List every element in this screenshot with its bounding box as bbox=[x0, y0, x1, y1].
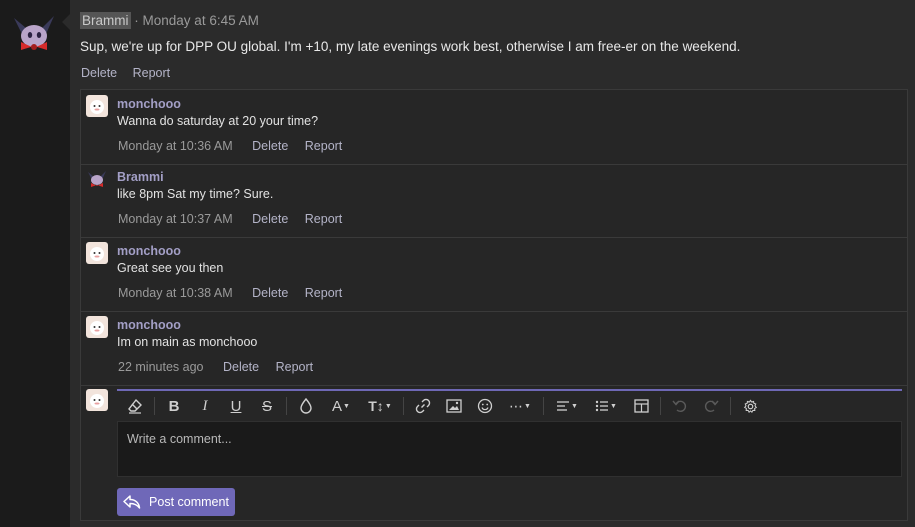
comment-time[interactable]: Monday at 10:38 AM bbox=[118, 286, 233, 300]
comment-author[interactable]: Brammi bbox=[117, 170, 164, 184]
post-comment-label: Post comment bbox=[149, 495, 229, 509]
bold-icon[interactable]: B bbox=[162, 394, 186, 418]
post-timestamp[interactable]: Monday at 6:45 AM bbox=[143, 13, 259, 28]
comment-thread: monchooo Wanna do saturday at 20 your ti… bbox=[80, 89, 908, 521]
comment-author[interactable]: monchooo bbox=[117, 244, 181, 258]
align-icon[interactable]: ▼ bbox=[551, 394, 583, 418]
strikethrough-icon[interactable]: S bbox=[255, 394, 279, 418]
comment-report-link[interactable]: Report bbox=[305, 212, 343, 226]
comment-editor: B I U S A ▼ T↕ ▼ ⋯ ▼ ▼ ▼ Write a comment… bbox=[117, 389, 902, 479]
comment-delete-link[interactable]: Delete bbox=[252, 212, 288, 226]
editor-toolbar: B I U S A ▼ T↕ ▼ ⋯ ▼ ▼ ▼ bbox=[117, 389, 902, 421]
comment-meta: Monday at 10:37 AM Delete Report bbox=[118, 212, 355, 226]
comment-report-link[interactable]: Report bbox=[305, 286, 343, 300]
post-header: Brammi · Monday at 6:45 AM bbox=[80, 12, 259, 29]
redo-icon[interactable] bbox=[699, 394, 723, 418]
comment-meta: 22 minutes ago Delete Report bbox=[118, 360, 326, 374]
image-icon[interactable] bbox=[442, 394, 466, 418]
comment-item: monchooo Im on main as monchooo 22 minut… bbox=[81, 311, 907, 386]
comment-item: Brammi like 8pm Sat my time? Sure. Monda… bbox=[81, 163, 907, 238]
toolbar-divider bbox=[286, 397, 287, 415]
toolbar-divider bbox=[730, 397, 731, 415]
post-body: Sup, we're up for DPP OU global. I'm +10… bbox=[80, 39, 741, 54]
italic-icon[interactable]: I bbox=[193, 394, 217, 418]
comment-text: like 8pm Sat my time? Sure. bbox=[117, 187, 274, 201]
comment-input[interactable] bbox=[118, 422, 901, 476]
font-family-icon[interactable]: A ▼ bbox=[325, 394, 357, 418]
post-comment-button[interactable]: Post comment bbox=[117, 488, 235, 516]
table-icon[interactable] bbox=[629, 394, 653, 418]
current-user-avatar bbox=[86, 389, 108, 411]
list-icon[interactable]: ▼ bbox=[590, 394, 622, 418]
left-gutter bbox=[0, 0, 70, 527]
toolbar-divider bbox=[543, 397, 544, 415]
remove-formatting-icon[interactable] bbox=[123, 394, 147, 418]
comment-text: Great see you then bbox=[117, 261, 224, 275]
comment-report-link[interactable]: Report bbox=[305, 139, 343, 153]
comment-author[interactable]: monchooo bbox=[117, 97, 181, 111]
comment-item: monchooo Wanna do saturday at 20 your ti… bbox=[81, 90, 907, 165]
post-author[interactable]: Brammi bbox=[80, 12, 131, 29]
gear-icon[interactable] bbox=[738, 394, 762, 418]
comment-meta: Monday at 10:38 AM Delete Report bbox=[118, 286, 355, 300]
text-color-icon[interactable] bbox=[294, 394, 318, 418]
brammi-avatar[interactable] bbox=[86, 168, 108, 190]
more-options-icon[interactable]: ⋯ ▼ bbox=[504, 394, 536, 418]
comment-time[interactable]: Monday at 10:36 AM bbox=[118, 139, 233, 153]
comment-delete-link[interactable]: Delete bbox=[252, 286, 288, 300]
reply-icon bbox=[123, 495, 141, 509]
post-actions: Delete Report bbox=[81, 66, 182, 80]
post-delete-link[interactable]: Delete bbox=[81, 66, 117, 80]
monchooo-avatar[interactable] bbox=[86, 242, 108, 264]
undo-icon[interactable] bbox=[668, 394, 692, 418]
comment-author[interactable]: monchooo bbox=[117, 318, 181, 332]
speech-notch bbox=[62, 14, 70, 30]
comment-report-link[interactable]: Report bbox=[276, 360, 314, 374]
toolbar-divider bbox=[403, 397, 404, 415]
comment-text: Wanna do saturday at 20 your time? bbox=[117, 114, 319, 128]
comment-delete-link[interactable]: Delete bbox=[252, 139, 288, 153]
comment-meta: Monday at 10:36 AM Delete Report bbox=[118, 139, 355, 153]
brammi-main-avatar[interactable] bbox=[8, 8, 60, 60]
comment-time[interactable]: Monday at 10:37 AM bbox=[118, 212, 233, 226]
toolbar-divider bbox=[154, 397, 155, 415]
toolbar-divider bbox=[660, 397, 661, 415]
comment-text: Im on main as monchooo bbox=[117, 335, 258, 349]
comment-input-area bbox=[117, 421, 902, 477]
post-report-link[interactable]: Report bbox=[133, 66, 171, 80]
comment-delete-link[interactable]: Delete bbox=[223, 360, 259, 374]
monchooo-avatar[interactable] bbox=[86, 316, 108, 338]
monchooo-avatar[interactable] bbox=[86, 95, 108, 117]
emoji-icon[interactable] bbox=[473, 394, 497, 418]
comment-item: monchooo Great see you then Monday at 10… bbox=[81, 237, 907, 312]
font-size-icon[interactable]: T↕ ▼ bbox=[364, 394, 396, 418]
link-icon[interactable] bbox=[411, 394, 435, 418]
header-separator: · bbox=[134, 13, 139, 28]
comment-time[interactable]: 22 minutes ago bbox=[118, 360, 203, 374]
underline-icon[interactable]: U bbox=[224, 394, 248, 418]
